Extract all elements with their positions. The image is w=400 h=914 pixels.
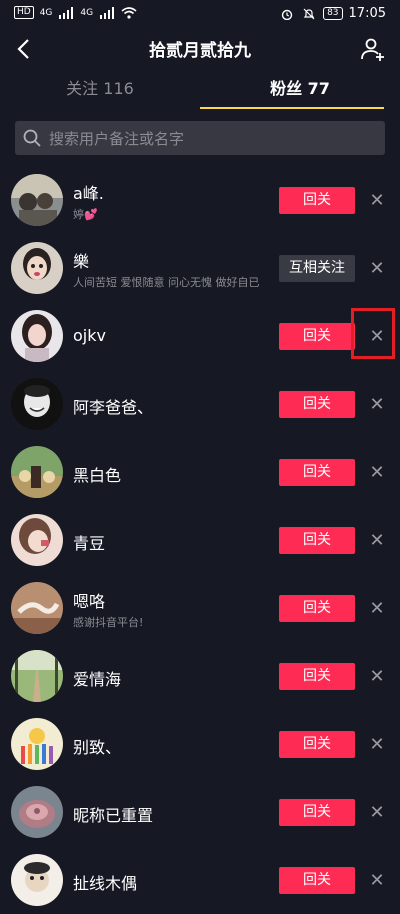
highlight-annotation-box [351,308,395,359]
fan-name[interactable]: 阿李爸爸、 [73,394,153,418]
follow-back-button[interactable]: 回关 [279,867,355,894]
battery-icon: 83 [323,7,343,20]
fan-bio: 婷💕 [73,208,98,221]
mutual-follow-button[interactable]: 互相关注 [279,255,355,282]
top-bar: 拾贰月贰拾九 [0,28,400,70]
signal-icon [59,6,74,19]
follow-back-button[interactable]: 回关 [279,595,355,622]
page-title: 拾贰月贰拾九 [149,41,251,61]
avatar[interactable] [11,174,63,226]
remove-fan-button[interactable]: ✕ [364,258,390,280]
mute-bell-icon [303,8,315,19]
signal-icon-2 [100,6,115,19]
avatar[interactable] [11,242,63,294]
avatar[interactable] [11,514,63,566]
tab-following[interactable]: 关注 116 [0,70,200,110]
follow-back-button[interactable]: 回关 [279,799,355,826]
status-right: 83 17:05 [279,6,386,21]
fan-name[interactable]: 黑白色 [73,462,121,486]
avatar[interactable] [11,854,63,906]
fan-name[interactable]: 昵称已重置 [73,802,153,826]
remove-fan-button[interactable]: ✕ [364,598,390,620]
fan-name[interactable]: ojkv [73,326,106,345]
search-input[interactable] [47,121,381,157]
avatar[interactable] [11,446,63,498]
remove-fan-button[interactable]: ✕ [364,462,390,484]
follow-back-button[interactable]: 回关 [279,663,355,690]
remove-fan-button[interactable]: ✕ [364,802,390,824]
fan-bio: 人间苦短 爱恨随意 问心无愧 做好自已 [73,276,260,289]
remove-fan-button[interactable]: ✕ [364,870,390,892]
list-item[interactable]: 黑白色 回关 ✕ [0,438,400,506]
follow-back-button[interactable]: 回关 [279,731,355,758]
list-item[interactable]: ojkv 回关 ✕ [0,302,400,370]
follow-back-button[interactable]: 回关 [279,391,355,418]
remove-fan-button[interactable]: ✕ [364,190,390,212]
status-bar: HD 4G 4G 83 17:05 [0,0,400,28]
list-item[interactable]: 别致、 回关 ✕ [0,710,400,778]
list-item[interactable]: 阿李爸爸、 回关 ✕ [0,370,400,438]
fans-list: a峰. 婷💕 回关 ✕ 樂 人间苦短 爱恨随意 问心无愧 做好自已 互相关注 ✕… [0,166,400,914]
fan-name[interactable]: 别致、 [73,734,121,758]
list-item[interactable]: 樂 人间苦短 爱恨随意 问心无愧 做好自已 互相关注 ✕ [0,234,400,302]
search-bar[interactable] [15,121,385,157]
clock-time: 17:05 [348,6,386,21]
avatar[interactable] [11,378,63,430]
remove-fan-button[interactable]: ✕ [364,530,390,552]
fan-name[interactable]: 嗯咯 [73,588,105,612]
list-item[interactable]: a峰. 婷💕 回关 ✕ [0,166,400,234]
hd-badge: HD [14,6,34,19]
fan-name[interactable]: 扯线木偶 [73,870,137,894]
avatar[interactable] [11,650,63,702]
list-item[interactable]: 嗯咯 感谢抖音平台! 回关 ✕ [0,574,400,642]
remove-fan-button[interactable]: ✕ [364,734,390,756]
fan-name[interactable]: 爱情海 [73,666,121,690]
list-item[interactable]: 爱情海 回关 ✕ [0,642,400,710]
signal-label-2: 4G [80,7,94,18]
add-user-icon[interactable] [360,36,386,62]
tab-active-indicator [200,107,384,109]
follow-back-button[interactable]: 回关 [279,527,355,554]
follow-back-button[interactable]: 回关 [279,459,355,486]
status-left: HD 4G 4G [14,6,137,19]
list-item[interactable]: 扯线木偶 回关 ✕ [0,846,400,914]
follow-back-button[interactable]: 回关 [279,323,355,350]
avatar[interactable] [11,718,63,770]
remove-fan-button[interactable]: ✕ [364,394,390,416]
wifi-icon [121,6,137,19]
avatar[interactable] [11,582,63,634]
avatar[interactable] [11,786,63,838]
signal-label-1: 4G [39,7,53,18]
tab-fans[interactable]: 粉丝 77 [200,70,400,110]
search-icon [23,129,41,147]
follow-back-button[interactable]: 回关 [279,187,355,214]
list-item[interactable]: 昵称已重置 回关 ✕ [0,778,400,846]
list-item[interactable]: 青豆 回关 ✕ [0,506,400,574]
remove-fan-button[interactable]: ✕ [364,666,390,688]
fan-name[interactable]: 青豆 [73,530,105,554]
alarm-icon [281,9,293,20]
fan-name[interactable]: a峰. [73,180,104,204]
fan-bio: 感谢抖音平台! [73,616,144,629]
tab-bar: 关注 116 粉丝 77 [0,70,400,110]
avatar[interactable] [11,310,63,362]
fan-name[interactable]: 樂 [73,248,89,272]
